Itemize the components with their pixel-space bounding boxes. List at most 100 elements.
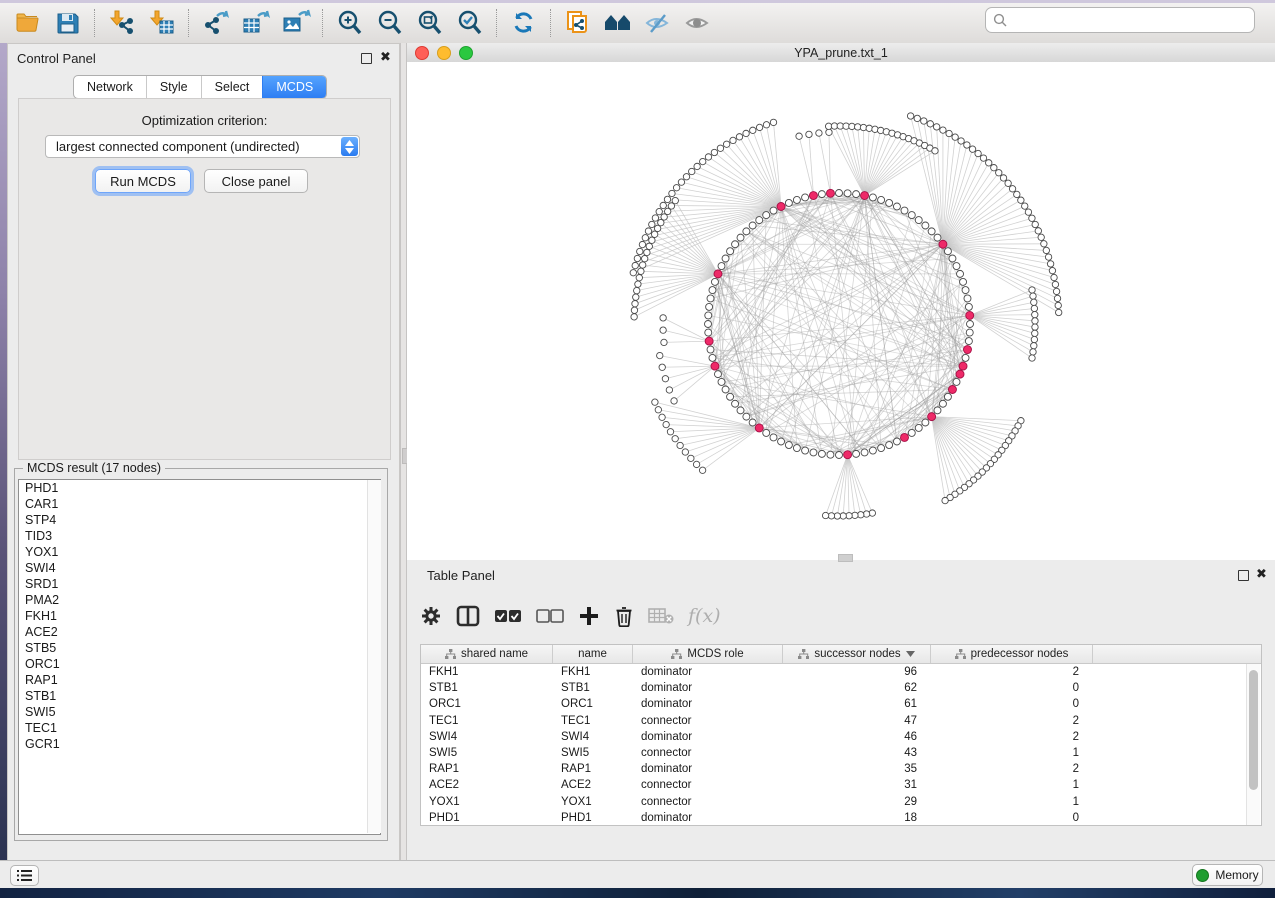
table-cell[interactable]: 46 xyxy=(783,731,931,743)
table-panel-close-button[interactable]: ✖ xyxy=(1256,569,1267,579)
tab-network[interactable]: Network xyxy=(74,76,146,98)
mcds-result-item[interactable]: PMA2 xyxy=(19,592,380,608)
table-cell[interactable]: SWI4 xyxy=(421,731,553,743)
table-row[interactable]: SWI4SWI4dominator462 xyxy=(421,729,1261,745)
first-neighbors-icon[interactable] xyxy=(601,8,635,38)
mcds-result-item[interactable]: FKH1 xyxy=(19,608,380,624)
search-field[interactable] xyxy=(985,7,1255,33)
export-network-icon[interactable] xyxy=(199,8,233,38)
table-cell[interactable]: TEC1 xyxy=(553,715,633,727)
export-image-icon[interactable] xyxy=(279,8,313,38)
mcds-result-item[interactable]: RAP1 xyxy=(19,672,380,688)
table-cell[interactable]: 62 xyxy=(783,682,931,694)
table-row[interactable]: PHD1PHD1dominator180 xyxy=(421,810,1261,826)
table-cell[interactable]: ACE2 xyxy=(421,779,553,791)
table-cell[interactable]: 0 xyxy=(931,812,1093,824)
mcds-result-item[interactable]: STP4 xyxy=(19,512,380,528)
table-cell[interactable]: TEC1 xyxy=(421,715,553,727)
close-panel-button[interactable]: Close panel xyxy=(204,169,308,193)
table-cell[interactable]: ACE2 xyxy=(553,779,633,791)
table-cell[interactable]: 18 xyxy=(783,812,931,824)
table-cell[interactable]: ORC1 xyxy=(553,698,633,710)
mcds-result-list[interactable]: PHD1CAR1STP4TID3YOX1SWI4SRD1PMA2FKH1ACE2… xyxy=(18,479,381,835)
table-row[interactable]: ORC1ORC1dominator610 xyxy=(421,696,1261,712)
tab-style[interactable]: Style xyxy=(146,76,201,98)
column-header-successor-nodes[interactable]: successor nodes xyxy=(783,645,931,663)
import-network-file-icon[interactable] xyxy=(105,8,139,38)
table-row[interactable]: YOX1YOX1connector291 xyxy=(421,794,1261,810)
tab-mcds[interactable]: MCDS xyxy=(262,76,326,98)
optimization-criterion-select[interactable]: largest connected component (undirected) xyxy=(45,135,360,158)
table-cell[interactable]: 35 xyxy=(783,763,931,775)
table-cell[interactable]: FKH1 xyxy=(553,666,633,678)
zoom-fit-icon[interactable] xyxy=(413,8,447,38)
table-scrollbar-thumb[interactable] xyxy=(1249,670,1258,790)
table-cell[interactable]: connector xyxy=(633,715,783,727)
table-row[interactable]: RAP1RAP1dominator352 xyxy=(421,761,1261,777)
table-cell[interactable]: YOX1 xyxy=(553,796,633,808)
memory-button[interactable]: Memory xyxy=(1192,864,1263,886)
table-cell[interactable]: 2 xyxy=(931,731,1093,743)
table-row[interactable]: ACE2ACE2connector311 xyxy=(421,777,1261,793)
table-cell[interactable]: ORC1 xyxy=(421,698,553,710)
table-cell[interactable]: STB1 xyxy=(553,682,633,694)
column-header-shared-name[interactable]: shared name xyxy=(421,645,553,663)
table-options-icon[interactable] xyxy=(420,605,442,627)
mcds-result-item[interactable]: YOX1 xyxy=(19,544,380,560)
table-cell[interactable]: 47 xyxy=(783,715,931,727)
table-cell[interactable]: 2 xyxy=(931,763,1093,775)
table-cell[interactable]: dominator xyxy=(633,682,783,694)
network-graph[interactable] xyxy=(407,62,1275,560)
table-cell[interactable]: FKH1 xyxy=(421,666,553,678)
table-cell[interactable]: 29 xyxy=(783,796,931,808)
select-all-rows-icon[interactable] xyxy=(494,608,522,624)
table-cell[interactable]: PHD1 xyxy=(553,812,633,824)
table-cell[interactable]: SWI5 xyxy=(421,747,553,759)
zoom-in-icon[interactable] xyxy=(333,8,367,38)
table-row[interactable]: SWI5SWI5connector431 xyxy=(421,745,1261,761)
table-cell[interactable]: connector xyxy=(633,779,783,791)
table-cell[interactable]: 96 xyxy=(783,666,931,678)
control-panel-float-button[interactable] xyxy=(361,53,372,64)
mcds-result-item[interactable]: STB1 xyxy=(19,688,380,704)
node-table[interactable]: shared namenameMCDS rolesuccessor nodesp… xyxy=(420,644,1262,826)
column-header-predecessor-nodes[interactable]: predecessor nodes xyxy=(931,645,1093,663)
mcds-result-item[interactable]: TEC1 xyxy=(19,720,380,736)
table-cell[interactable]: 0 xyxy=(931,682,1093,694)
table-cell[interactable]: 2 xyxy=(931,666,1093,678)
mcds-result-item[interactable]: SWI4 xyxy=(19,560,380,576)
table-header-row[interactable]: shared namenameMCDS rolesuccessor nodesp… xyxy=(421,645,1261,664)
table-cell[interactable]: dominator xyxy=(633,812,783,824)
show-all-icon[interactable] xyxy=(681,8,715,38)
table-cell[interactable]: 43 xyxy=(783,747,931,759)
column-header-name[interactable]: name xyxy=(553,645,633,663)
run-mcds-button[interactable]: Run MCDS xyxy=(95,169,191,193)
search-input[interactable] xyxy=(1007,9,1254,31)
table-cell[interactable]: PHD1 xyxy=(421,812,553,824)
table-cell[interactable]: SWI5 xyxy=(553,747,633,759)
table-row[interactable]: FKH1FKH1dominator962 xyxy=(421,664,1261,680)
deselect-all-rows-icon[interactable] xyxy=(536,608,564,624)
task-history-button[interactable] xyxy=(10,865,39,886)
mcds-result-item[interactable]: GCR1 xyxy=(19,736,380,752)
control-panel-close-button[interactable]: ✖ xyxy=(380,52,391,62)
import-table-file-icon[interactable] xyxy=(145,8,179,38)
mcds-result-item[interactable]: SWI5 xyxy=(19,704,380,720)
hide-selected-icon[interactable] xyxy=(641,8,675,38)
table-row[interactable]: TEC1TEC1connector472 xyxy=(421,713,1261,729)
table-cell[interactable]: connector xyxy=(633,747,783,759)
panel-splitter[interactable] xyxy=(400,43,407,862)
tab-select[interactable]: Select xyxy=(201,76,263,98)
save-session-icon[interactable] xyxy=(51,8,85,38)
network-resize-grip[interactable] xyxy=(838,554,853,562)
delete-column-icon[interactable] xyxy=(614,605,634,627)
open-session-icon[interactable] xyxy=(11,8,45,38)
table-cell[interactable]: 31 xyxy=(783,779,931,791)
column-header-MCDS-role[interactable]: MCDS role xyxy=(633,645,783,663)
zoom-out-icon[interactable] xyxy=(373,8,407,38)
table-cell[interactable]: connector xyxy=(633,796,783,808)
zoom-selected-icon[interactable] xyxy=(453,8,487,38)
show-column-panel-icon[interactable] xyxy=(456,605,480,627)
mcds-result-item[interactable]: ACE2 xyxy=(19,624,380,640)
network-canvas[interactable] xyxy=(407,62,1275,560)
